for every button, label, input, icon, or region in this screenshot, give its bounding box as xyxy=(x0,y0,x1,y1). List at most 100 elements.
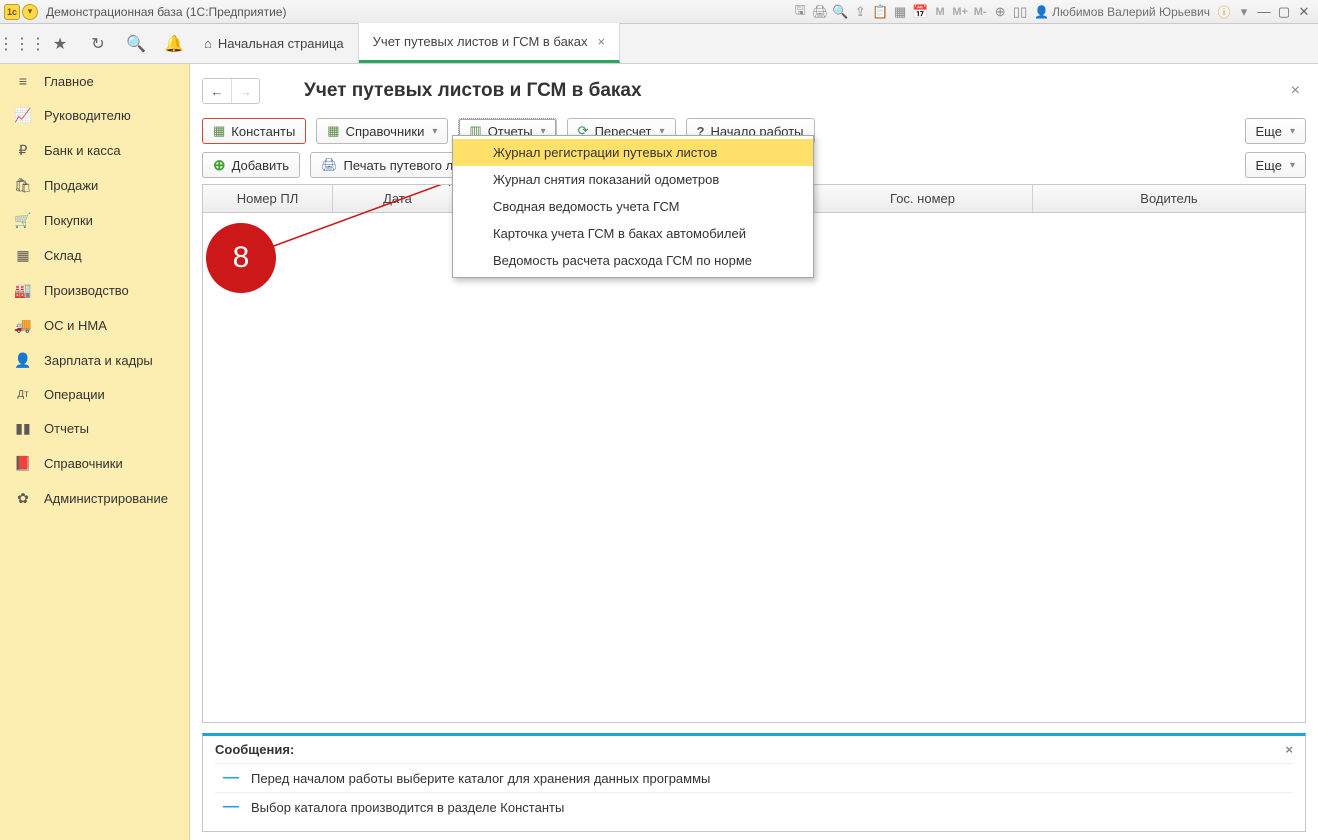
close-button[interactable]: ✕ xyxy=(1294,3,1314,21)
tab-home[interactable]: ⌂ Начальная страница xyxy=(190,23,359,63)
dropdown-item-journal-odometer[interactable]: Журнал снятия показаний одометров xyxy=(453,166,813,193)
calculator-icon[interactable]: ▦ xyxy=(891,3,909,21)
grid-icon: ▦ xyxy=(14,247,32,264)
zoom-icon[interactable]: ⊕ xyxy=(991,3,1009,21)
history-icon[interactable]: ↻ xyxy=(88,34,108,54)
app-logo-icon: 1c xyxy=(4,4,20,20)
nav-forward-button[interactable]: → xyxy=(231,79,259,103)
sidebar: ≡Главное 📈Руководителю ₽Банк и касса 🛍Пр… xyxy=(0,64,190,840)
sidebar-item-label: Главное xyxy=(44,74,94,89)
debit-credit-icon: Дт xyxy=(14,389,32,400)
sidebar-item-directories[interactable]: 📕 Справочники xyxy=(0,446,189,481)
message-item[interactable]: —Выбор каталога производится в разделе К… xyxy=(215,792,1293,821)
memory-m-icon[interactable]: M xyxy=(931,3,949,21)
sidebar-item-warehouse[interactable]: ▦ Склад xyxy=(0,238,189,273)
tab-label: Учет путевых листов и ГСМ в баках xyxy=(373,34,588,49)
sidebar-item-label: Производство xyxy=(44,283,129,298)
preview-icon[interactable]: 🔍 xyxy=(831,3,849,21)
panels-icon[interactable]: ▯▯ xyxy=(1011,3,1029,21)
table-icon: ▦ xyxy=(327,123,339,139)
maximize-button[interactable]: ▢ xyxy=(1274,3,1294,21)
page-close-button[interactable]: × xyxy=(1285,82,1306,100)
ruble-icon: ₽ xyxy=(14,142,32,159)
sidebar-item-label: Склад xyxy=(44,248,82,263)
sidebar-item-admin[interactable]: ✿ Администрирование xyxy=(0,481,189,516)
constants-button[interactable]: ▦Константы xyxy=(202,118,306,144)
gear-icon: ✿ xyxy=(14,490,32,507)
step-badge: 8 xyxy=(206,223,276,293)
sidebar-item-assets[interactable]: 🚚ОС и НМА xyxy=(0,308,189,343)
messages-title: Сообщения: xyxy=(215,742,294,757)
memory-mminus-icon[interactable]: M- xyxy=(971,3,989,21)
sidebar-item-operations[interactable]: Дт Операции xyxy=(0,378,189,411)
memory-mplus-icon[interactable]: M+ xyxy=(951,3,969,21)
minimize-button[interactable]: — xyxy=(1254,3,1274,21)
apps-grid-icon[interactable]: ⋮⋮⋮ xyxy=(12,34,32,54)
nav-back-forward: ← → xyxy=(202,78,260,104)
app-menu-dropdown-icon[interactable]: ▾ xyxy=(22,4,38,20)
bars-icon: ▮▮ xyxy=(14,420,32,437)
add-button[interactable]: ⊕Добавить xyxy=(202,152,300,178)
sidebar-item-label: Справочники xyxy=(44,456,123,471)
sidebar-item-reports[interactable]: ▮▮Отчеты xyxy=(0,411,189,446)
message-item[interactable]: —Перед началом работы выберите каталог д… xyxy=(215,763,1293,792)
window-titlebar: 1c ▾ Демонстрационная база (1С:Предприят… xyxy=(0,0,1318,24)
chevron-down-icon: ▾ xyxy=(1290,160,1295,171)
save-icon[interactable]: 🖫 xyxy=(791,3,809,21)
sidebar-item-sales[interactable]: 🛍Продажи xyxy=(0,168,189,203)
chevron-down-icon: ▾ xyxy=(432,126,437,137)
tab-current[interactable]: Учет путевых листов и ГСМ в баках × xyxy=(359,23,620,63)
dropdown-item-statement-gsm[interactable]: Ведомость расчета расхода ГСМ по норме xyxy=(453,247,813,274)
notifications-icon[interactable]: 🔔 xyxy=(164,34,184,54)
column-header-date[interactable]: Дата xyxy=(333,185,463,212)
sidebar-item-label: Покупки xyxy=(44,213,93,228)
reports-dropdown: Журнал регистрации путевых листов Журнал… xyxy=(452,135,814,278)
sidebar-item-manager[interactable]: 📈Руководителю xyxy=(0,98,189,133)
sidebar-item-label: Операции xyxy=(44,387,105,402)
quick-icons: ⋮⋮⋮ ★ ↻ 🔍 🔔 xyxy=(0,24,190,63)
more-button-2[interactable]: Еще▾ xyxy=(1245,152,1306,178)
more-button-1[interactable]: Еще▾ xyxy=(1245,118,1306,144)
tabs: ⌂ Начальная страница Учет путевых листов… xyxy=(190,24,1318,63)
directories-button[interactable]: ▦Справочники▾ xyxy=(316,118,448,144)
dropdown-item-card-gsm[interactable]: Карточка учета ГСМ в баках автомобилей xyxy=(453,220,813,247)
sidebar-item-purchases[interactable]: 🛒 Покупки xyxy=(0,203,189,238)
tab-label: Начальная страница xyxy=(218,36,344,51)
tab-close-icon[interactable]: × xyxy=(598,34,606,49)
copy-icon[interactable]: 📋 xyxy=(871,3,889,21)
nav-back-button[interactable]: ← xyxy=(203,79,231,103)
search-icon[interactable]: 🔍 xyxy=(126,34,146,54)
dropdown-item-journal-registration[interactable]: Журнал регистрации путевых листов xyxy=(453,139,813,166)
page-header-row: ← → Учет путевых листов и ГСМ в баках × xyxy=(202,78,1306,104)
sidebar-item-salary[interactable]: 👤Зарплата и кадры xyxy=(0,343,189,378)
sidebar-item-bank[interactable]: ₽Банк и касса xyxy=(0,133,189,168)
sidebar-item-production[interactable]: 🏭 Производство xyxy=(0,273,189,308)
person-icon: 👤 xyxy=(14,352,32,369)
print-icon[interactable]: 🖨 xyxy=(811,3,829,21)
factory-icon: 🏭 xyxy=(14,282,32,299)
info-icon[interactable]: ⓘ xyxy=(1215,3,1233,21)
export-icon[interactable]: ⇪ xyxy=(851,3,869,21)
toolbar-primary: ▦Константы ▦Справочники▾ ▥Отчеты▾ ⟳Перес… xyxy=(202,118,1306,144)
calendar-icon[interactable]: 📅 xyxy=(911,3,929,21)
book-icon: 📕 xyxy=(14,455,32,472)
column-header-number[interactable]: Номер ПЛ xyxy=(203,185,333,212)
menu-icon: ≡ xyxy=(14,73,32,89)
dropdown-item-summary-gsm[interactable]: Сводная ведомость учета ГСМ xyxy=(453,193,813,220)
sidebar-item-label: Администрирование xyxy=(44,491,168,506)
constants-icon: ▦ xyxy=(213,123,225,139)
dash-icon: — xyxy=(223,769,237,787)
column-header-driver[interactable]: Водитель xyxy=(1033,185,1305,212)
messages-close-button[interactable]: × xyxy=(1285,742,1293,757)
top-strip: ⋮⋮⋮ ★ ↻ 🔍 🔔 ⌂ Начальная страница Учет пу… xyxy=(0,24,1318,64)
window-title: Демонстрационная база (1С:Предприятие) xyxy=(46,5,286,19)
bag-icon: 🛍 xyxy=(14,177,32,194)
main-area: ← → Учет путевых листов и ГСМ в баках × … xyxy=(190,64,1318,840)
chevron-down-icon: ▾ xyxy=(1290,126,1295,137)
sidebar-item-main[interactable]: ≡ Главное xyxy=(0,64,189,98)
favorites-icon[interactable]: ★ xyxy=(50,34,70,54)
cart-icon: 🛒 xyxy=(14,212,32,229)
current-user[interactable]: 👤Любимов Валерий Юрьевич xyxy=(1034,5,1210,19)
dropdown-icon[interactable]: ▾ xyxy=(1235,3,1253,21)
column-header-plate[interactable]: Гос. номер xyxy=(813,185,1033,212)
